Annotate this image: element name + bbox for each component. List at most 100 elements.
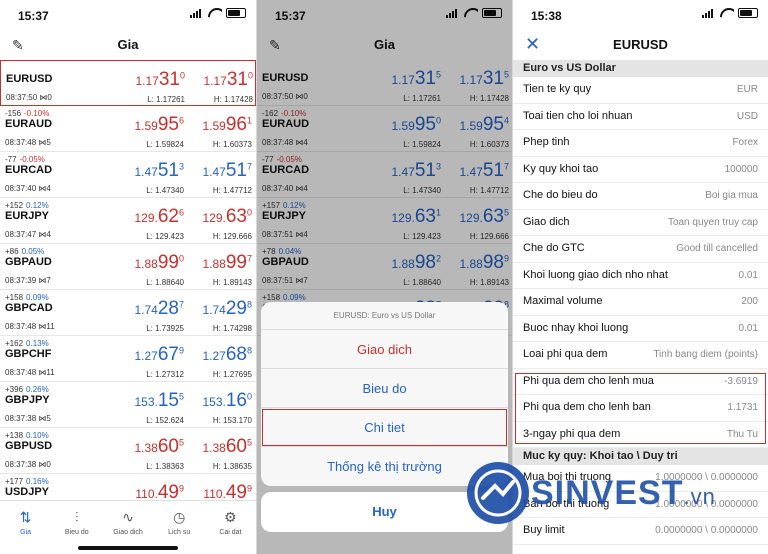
quote-row[interactable]: +396 0.26% GBPJPY 08:37:38 ⋈5 153.155 153.160… — [0, 382, 256, 428]
ask-price[interactable]: 129.630 — [192, 206, 252, 228]
spec-label: Che do GTC — [523, 242, 585, 254]
quote-time: 08:37:48 ⋈5 — [5, 138, 51, 147]
quote-row[interactable]: +162 0.13% GBPCHF 08:37:48 ⋈11 1.27679 1.2768… — [0, 336, 256, 382]
bid-price[interactable]: 1.74287 — [124, 298, 184, 320]
tab-icon: ⫶ — [75, 509, 79, 525]
spec-row: 3-ngay phi qua dem Thu Tu — [513, 422, 768, 448]
spec-value: Forex — [732, 137, 758, 148]
action-trade[interactable]: Giao dich — [261, 330, 508, 369]
spec-row: Maximal volume 200 — [513, 289, 768, 316]
status-bar: 15:38 — [513, 0, 768, 30]
action-details[interactable]: Chi tiet — [261, 408, 508, 447]
ask-price[interactable]: 1.38605 — [192, 436, 252, 458]
spec-row: Tien te ky quy EUR — [513, 77, 768, 104]
change-percent: -0.05% — [19, 155, 45, 164]
quote-row[interactable]: EURUSD 08:37:50 ⋈0 1.17310 1.17310 L: 1.1726… — [0, 60, 256, 106]
quote-row[interactable]: +152 0.12% EURJPY 08:37:47 ⋈4 129.626 129.630… — [0, 198, 256, 244]
spec-label: Khoi luong giao dich nho nhat — [523, 268, 668, 281]
tab-label: Gia — [20, 529, 32, 536]
quote-row[interactable]: +138 0.10% GBPUSD 08:37:38 ⋈0 1.38605 1.38605… — [0, 428, 256, 474]
low-price: L: 129.423 — [146, 232, 184, 241]
bid-price[interactable]: 1.17310 — [125, 69, 185, 91]
tab-label: Cai dat — [219, 529, 242, 536]
spec-value: 0.01 — [738, 269, 758, 281]
spec-row: Buoc nhay khoi luong 0.01 — [513, 316, 768, 342]
change-value: +152 0.12% — [5, 201, 49, 210]
signal-icon — [702, 8, 716, 18]
change-value: +177 0.16% — [5, 477, 49, 486]
action-sheet: EURUSD: Euro vs US Dollar Giao dich Bieu… — [261, 302, 508, 486]
spread-value: 0 — [46, 460, 51, 469]
change-percent: 0.09% — [26, 293, 49, 302]
low-price: L: 1.73925 — [146, 324, 184, 333]
quote-row[interactable]: +86 0.05% GBPAUD 08:37:39 ⋈7 1.88990 1.88997 L… — [0, 244, 256, 290]
symbol-name: USDJPY — [5, 486, 50, 498]
signal-icon — [190, 8, 204, 18]
spec-label: Phi qua dem cho lenh mua — [523, 374, 654, 387]
high-price: H: 1.38635 — [212, 462, 252, 471]
bid-price[interactable]: 1.47513 — [124, 160, 184, 182]
tab-cai-dat[interactable]: ⚙ Cai dat — [205, 501, 256, 554]
nav-bar: ✕ EURUSD — [513, 30, 768, 60]
bid-price[interactable]: 1.27679 — [124, 344, 184, 366]
section-header: Euro vs US Dollar — [513, 60, 768, 77]
sinvest-logo-icon — [467, 462, 529, 524]
spec-value: 1.1731 — [727, 402, 758, 413]
quote-row[interactable]: -77 -0.05% EURCAD 08:37:40 ⋈4 1.47513 1.47517… — [0, 152, 256, 198]
tab-gia[interactable]: ⇅ Gia — [0, 501, 51, 554]
page-title: Gia — [117, 37, 139, 52]
ask-price[interactable]: 1.88997 — [192, 252, 252, 274]
wifi-icon — [720, 8, 734, 18]
bid-price[interactable]: 129.626 — [124, 206, 184, 228]
action-chart[interactable]: Bieu do — [261, 369, 508, 408]
spec-value: Toan quyen truy cap — [667, 216, 758, 228]
quote-row[interactable]: -156 -0.10% EURAUD 08:37:48 ⋈5 1.59956 1.5996… — [0, 106, 256, 152]
ask-price[interactable]: 1.59961 — [192, 114, 252, 136]
quote-time: 08:37:38 ⋈5 — [5, 414, 51, 423]
high-price: H: 153.170 — [212, 416, 252, 425]
bid-price[interactable]: 1.59956 — [124, 114, 184, 136]
quotes-screen: 15:37 ✎ Gia EURUSD 08:37:50 ⋈0 1.17310 1.17… — [0, 0, 256, 554]
battery-icon — [738, 8, 758, 18]
status-time: 15:37 — [18, 9, 49, 23]
high-price: H: 129.666 — [212, 232, 252, 241]
spec-label: Toai tien cho loi nhuan — [523, 109, 633, 122]
ask-price[interactable]: 1.74298 — [192, 298, 252, 320]
change-value: +138 0.10% — [5, 431, 49, 440]
tab-icon: ◷ — [173, 509, 186, 525]
change-percent: 0.05% — [21, 247, 45, 256]
quote-row[interactable]: +158 0.09% GBPCAD 08:37:48 ⋈11 1.74287 1.7429… — [0, 290, 256, 336]
spec-row: Phi qua dem cho lenh ban 1.1731 — [513, 395, 768, 422]
low-price: L: 1.59824 — [146, 140, 184, 149]
tab-label: Giao dich — [113, 529, 143, 536]
symbol-name: GBPJPY — [5, 394, 50, 406]
bid-price[interactable]: 1.38605 — [124, 436, 184, 458]
symbol-name: EURUSD — [6, 73, 53, 85]
spec-value: EUR — [736, 84, 758, 95]
spread-value: 5 — [46, 414, 51, 423]
ask-price[interactable]: 1.17310 — [193, 69, 253, 91]
spread-value: 4 — [46, 184, 51, 193]
ask-price[interactable]: 1.27688 — [192, 344, 252, 366]
tab-icon: ⇅ — [19, 509, 32, 525]
spec-value: 100000 — [724, 163, 758, 175]
spec-label: Che do bieu do — [523, 189, 598, 201]
bid-price[interactable]: 153.155 — [124, 390, 184, 412]
spec-label: Ky quy khoi tao — [523, 162, 599, 175]
ask-price[interactable]: 1.47517 — [192, 160, 252, 182]
change-percent: 0.16% — [26, 477, 49, 486]
spec-label: Giao dich — [523, 215, 570, 228]
spec-row: Khoi luong giao dich nho nhat 0.01 — [513, 263, 768, 289]
bid-price[interactable]: 1.88990 — [124, 252, 184, 274]
tab-icon: ∿ — [122, 509, 134, 525]
spread-value: 7 — [46, 276, 51, 285]
change-value: +162 0.13% — [5, 339, 49, 348]
ask-price[interactable]: 153.160 — [192, 390, 252, 412]
low-price: L: 1.38363 — [146, 462, 184, 471]
spec-value: Tinh bang diem (points) — [653, 349, 758, 360]
high-price: H: 1.27695 — [212, 370, 252, 379]
low-price: L: 152.624 — [146, 416, 184, 425]
spread-value: 11 — [46, 322, 55, 331]
quote-time: 08:37:48 ⋈11 — [5, 322, 55, 331]
symbol-name: EURJPY — [5, 210, 50, 222]
